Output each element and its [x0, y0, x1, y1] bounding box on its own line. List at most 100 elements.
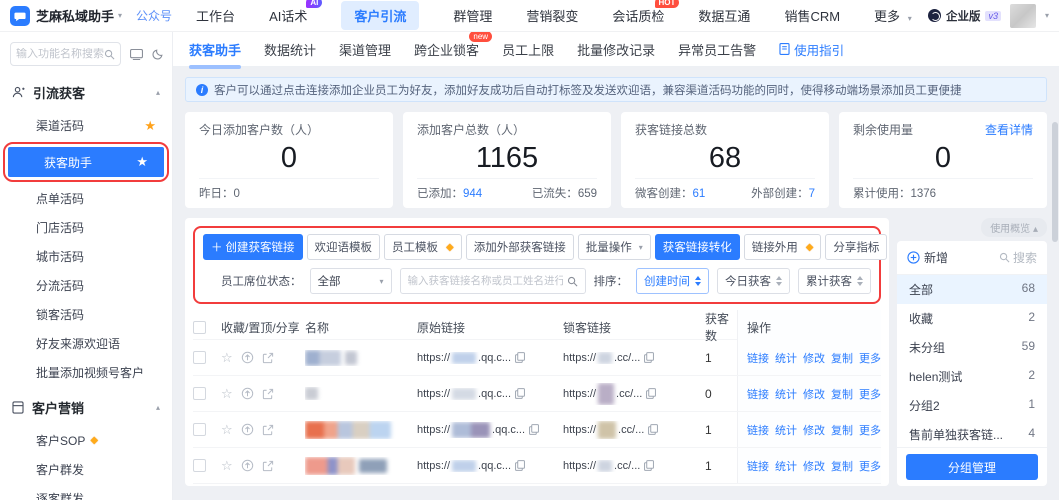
tab-data-statistics[interactable]: 数据统计: [264, 40, 316, 59]
tab-channel-management[interactable]: 渠道管理: [339, 40, 391, 59]
table-search-input[interactable]: [408, 275, 563, 287]
tab-batch-modify-records[interactable]: 批量修改记录: [577, 40, 655, 59]
share-icon[interactable]: [262, 352, 274, 364]
action-stats[interactable]: 统计: [775, 422, 797, 438]
group-item-all[interactable]: 全部68: [897, 275, 1047, 304]
star-icon[interactable]: ☆: [221, 422, 233, 438]
action-copy[interactable]: 复制: [831, 422, 853, 438]
staff-template-button[interactable]: 员工模板◆: [384, 234, 462, 260]
sidebar-item-channel-code[interactable]: 渠道活码 ★: [0, 111, 172, 140]
nav-more[interactable]: 更多 ▾: [874, 6, 912, 25]
group-search-button[interactable]: 搜索: [999, 249, 1037, 266]
copy-icon[interactable]: [646, 388, 656, 399]
row-checkbox[interactable]: [193, 459, 206, 472]
action-more[interactable]: 更多: [859, 386, 881, 402]
star-icon[interactable]: ★: [136, 154, 148, 170]
nav-marketing-fission[interactable]: 营销裂变: [526, 6, 578, 25]
action-edit[interactable]: 修改: [803, 386, 825, 402]
tab-acquisition-assistant[interactable]: 获客助手: [189, 40, 241, 59]
copy-icon[interactable]: [644, 460, 654, 471]
group-item-ungrouped[interactable]: 未分组59: [897, 333, 1047, 362]
action-stats[interactable]: 统计: [775, 386, 797, 402]
brand[interactable]: 芝麻私域助手 ▾ 公众号: [10, 6, 172, 26]
copy-icon[interactable]: [515, 352, 525, 363]
tab-cross-enterprise-lock[interactable]: 跨企业锁客new: [414, 40, 479, 59]
action-link[interactable]: 链接: [747, 458, 769, 474]
action-copy[interactable]: 复制: [831, 350, 853, 366]
table-search-box[interactable]: [400, 268, 586, 294]
seat-status-select[interactable]: 全部▾: [310, 268, 392, 294]
copy-icon[interactable]: [648, 424, 658, 435]
group-item-presale-links[interactable]: 售前单独获客链...4: [897, 420, 1047, 447]
row-checkbox[interactable]: [193, 387, 206, 400]
create-link-button[interactable]: ＋创建获客链接: [203, 234, 303, 260]
group-manage-button[interactable]: 分组管理: [906, 454, 1038, 480]
sidebar-section-traffic[interactable]: 引流获客 ▴: [0, 72, 172, 111]
row-checkbox[interactable]: [193, 423, 206, 436]
chevron-down-icon[interactable]: ▾: [1045, 11, 1049, 20]
star-icon[interactable]: ☆: [221, 458, 233, 474]
tab-abnormal-staff-alert[interactable]: 异常员工告警: [678, 40, 756, 59]
add-external-link-button[interactable]: 添加外部获客链接: [466, 234, 574, 260]
link-external-use-button[interactable]: 链接外用◆: [744, 234, 822, 260]
account-type-link[interactable]: 公众号: [136, 7, 172, 24]
group-item-group2[interactable]: 分组21: [897, 391, 1047, 420]
pin-icon[interactable]: [241, 387, 254, 400]
row-checkbox[interactable]: [193, 351, 206, 364]
nav-workbench[interactable]: 工作台: [196, 6, 235, 25]
group-item-helen-test[interactable]: helen测试2: [897, 362, 1047, 391]
sort-by-total-acquired[interactable]: 累计获客: [798, 268, 871, 294]
nav-sales-crm[interactable]: 销售CRM: [784, 6, 840, 25]
sidebar-item-batch-video-customers[interactable]: 批量添加视频号客户: [0, 358, 172, 387]
share-icon[interactable]: [262, 388, 274, 400]
star-icon[interactable]: ☆: [221, 350, 233, 366]
sidebar-item-city-code[interactable]: 城市活码: [0, 242, 172, 271]
sidebar-item-acquisition-assistant[interactable]: 获客助手 ★: [8, 147, 164, 177]
action-link[interactable]: 链接: [747, 386, 769, 402]
add-group-button[interactable]: 新增: [907, 249, 948, 266]
copy-icon[interactable]: [529, 424, 539, 435]
group-item-favorites[interactable]: 收藏2: [897, 304, 1047, 333]
share-icon[interactable]: [262, 424, 274, 436]
sidebar-search-box[interactable]: [10, 42, 121, 66]
share-icon[interactable]: [262, 460, 274, 472]
copy-icon[interactable]: [515, 388, 525, 399]
action-edit[interactable]: 修改: [803, 350, 825, 366]
action-more[interactable]: 更多: [859, 458, 881, 474]
vertical-scrollbar-thumb[interactable]: [1052, 122, 1058, 242]
copy-icon[interactable]: [515, 460, 525, 471]
sidebar-search-input[interactable]: [16, 48, 104, 60]
sidebar-item-order-code[interactable]: 点单活码: [0, 184, 172, 213]
action-link[interactable]: 链接: [747, 350, 769, 366]
sidebar-item-store-code[interactable]: 门店活码: [0, 213, 172, 242]
nav-chat-inspection[interactable]: 会话质检HOT: [612, 6, 664, 25]
action-stats[interactable]: 统计: [775, 458, 797, 474]
sidebar-item-chase-broadcast[interactable]: 逐客群发: [0, 484, 172, 500]
action-stats[interactable]: 统计: [775, 350, 797, 366]
sidebar-item-customer-sop[interactable]: 客户SOP ◆: [0, 426, 172, 455]
star-icon[interactable]: ★: [144, 118, 156, 134]
sidebar-item-friend-welcome[interactable]: 好友来源欢迎语: [0, 329, 172, 358]
avatar[interactable]: [1010, 4, 1036, 28]
nav-customer-acquisition[interactable]: 客户引流: [341, 1, 419, 30]
action-link[interactable]: 链接: [747, 422, 769, 438]
pin-icon[interactable]: [241, 459, 254, 472]
sort-by-create-time[interactable]: 创建时间: [636, 268, 709, 294]
usage-overview-collapse-pill[interactable]: 使用概览 ▴: [981, 218, 1047, 237]
link-conversion-button[interactable]: 获客链接转化: [655, 234, 740, 260]
share-metrics-button[interactable]: 分享指标: [825, 234, 887, 260]
pin-icon[interactable]: [241, 351, 254, 364]
chevron-down-icon[interactable]: ▾: [118, 11, 122, 20]
action-copy[interactable]: 复制: [831, 458, 853, 474]
copy-icon[interactable]: [644, 352, 654, 363]
select-all-checkbox[interactable]: [193, 321, 206, 334]
nav-data-interchange[interactable]: 数据互通: [698, 6, 750, 25]
star-icon[interactable]: ☆: [221, 386, 233, 402]
sort-by-today-acquired[interactable]: 今日获客: [717, 268, 790, 294]
sidebar-item-lock-code[interactable]: 锁客活码: [0, 300, 172, 329]
view-details-link[interactable]: 查看详情: [985, 121, 1033, 138]
nav-ai-script[interactable]: AI话术AI: [269, 6, 307, 25]
action-edit[interactable]: 修改: [803, 422, 825, 438]
usage-guide-link[interactable]: 使用指引: [779, 40, 844, 59]
panel-toggle-icon[interactable]: [130, 49, 143, 60]
